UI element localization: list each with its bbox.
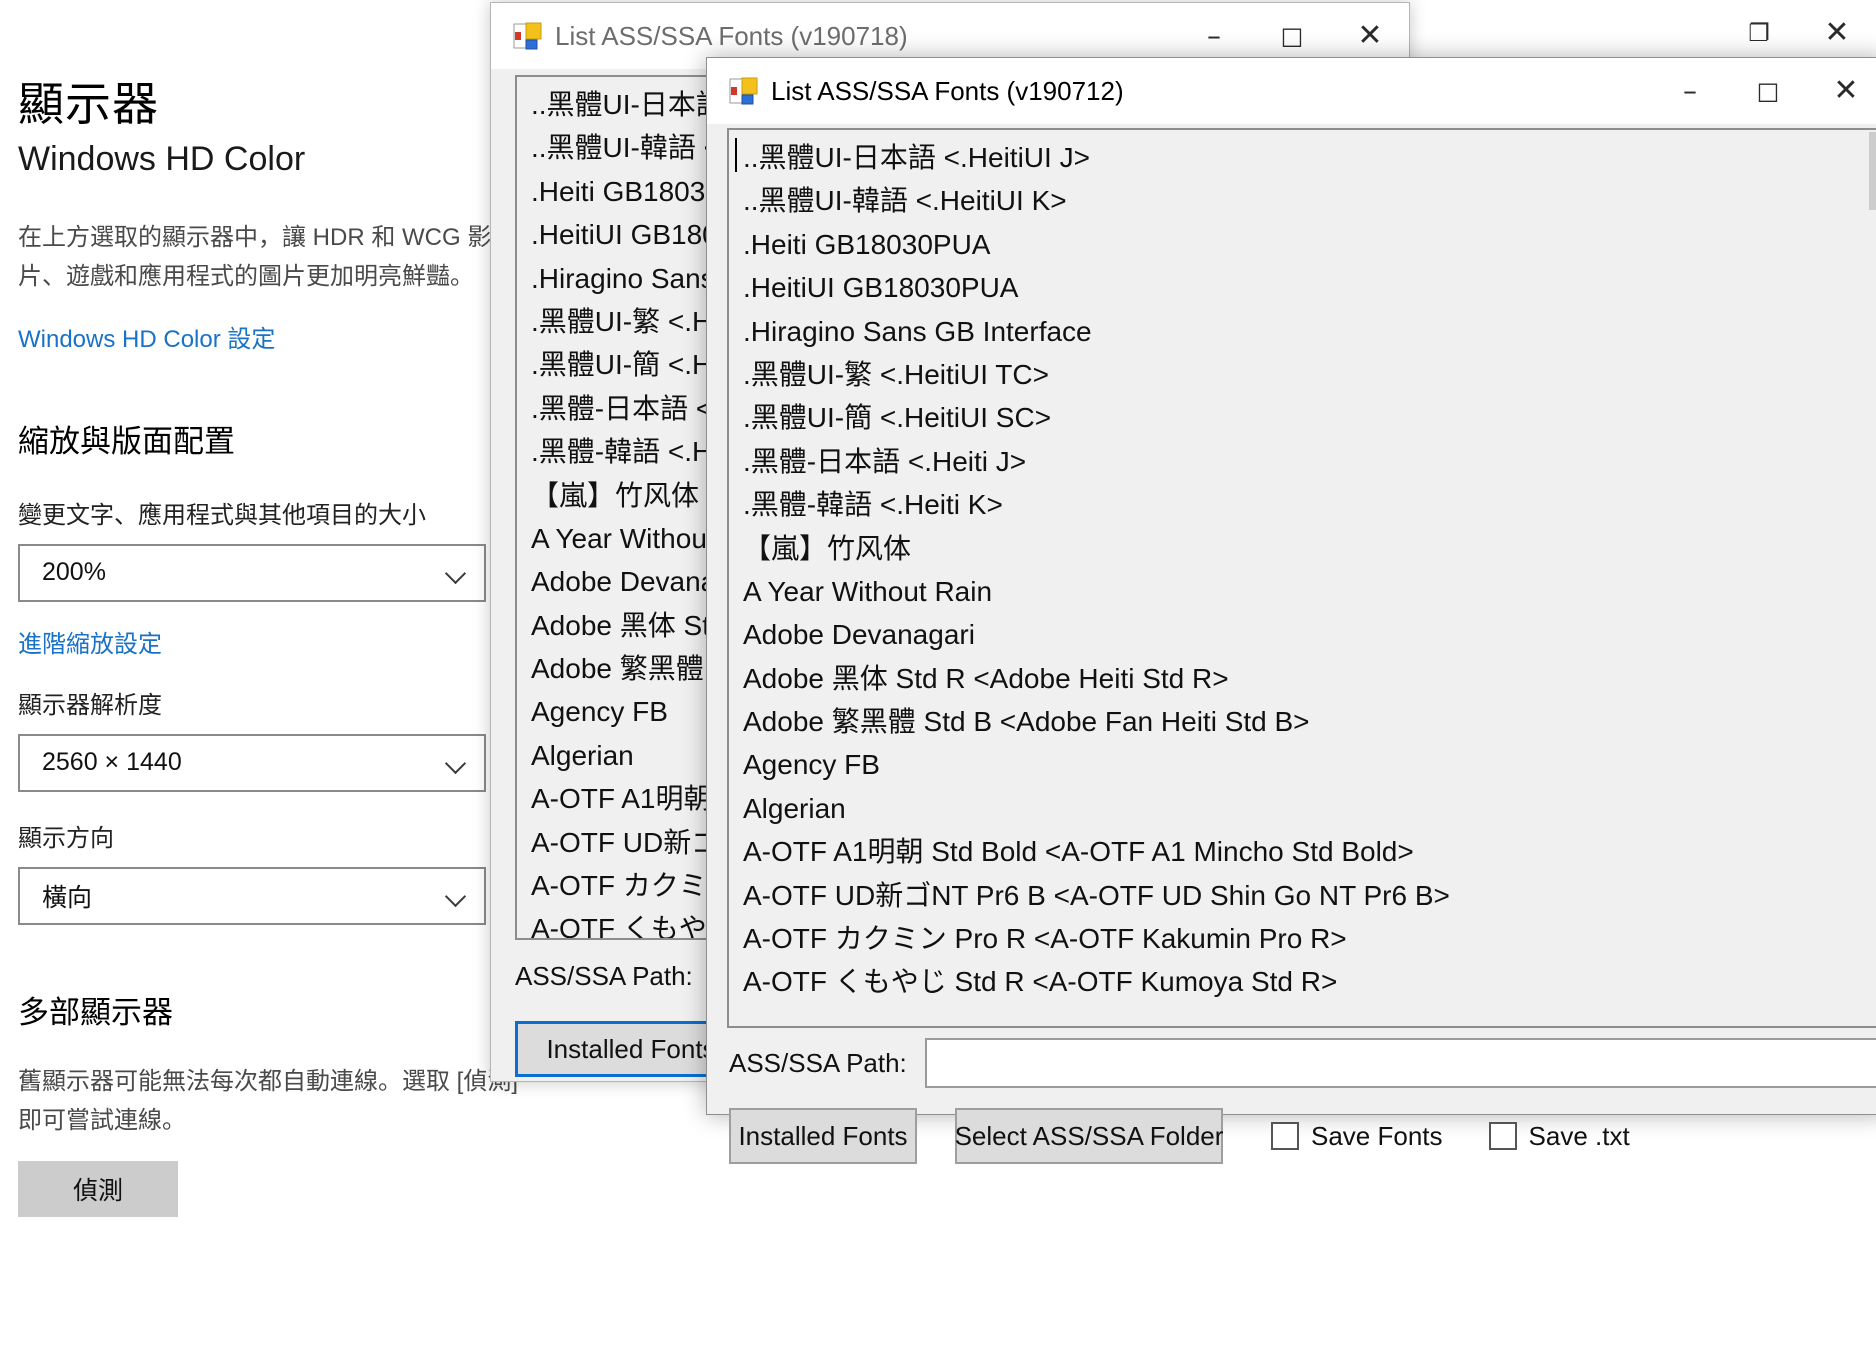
- buttons-row: Installed Fonts Select ASS/SSA Folder Sa…: [729, 1108, 1876, 1164]
- save-txt-checkbox[interactable]: Save .txt: [1488, 1120, 1630, 1152]
- orientation-value: 橫向: [42, 883, 93, 912]
- list-item[interactable]: A-OTF カクミン Pro R <A-OTF Kakumin Pro R>: [737, 917, 1867, 960]
- peek-window-controls: ❐ ✕: [1720, 0, 1876, 62]
- hd-color-settings-link[interactable]: Windows HD Color 設定: [18, 319, 560, 354]
- list-item[interactable]: .黑體UI-簡 <.HeitiUI SC>: [737, 396, 1867, 439]
- window-title: List ASS/SSA Fonts (v190712): [771, 75, 1124, 106]
- list-item[interactable]: .黑體-日本語 <.Heiti J>: [737, 440, 1867, 483]
- list-item[interactable]: Adobe Devanagari: [737, 613, 1867, 656]
- list-item[interactable]: 【嵐】竹风体: [737, 527, 1867, 570]
- resolution-label: 顯示器解析度: [18, 691, 162, 719]
- list-item[interactable]: Algerian: [737, 787, 1867, 830]
- font-listbox[interactable]: ..黑體UI-日本語 <.HeitiUI J> ..黑體UI-韓語 <.Heiti…: [727, 128, 1876, 1028]
- close-icon: ✕: [1357, 18, 1383, 53]
- restore-icon: ❐: [1748, 19, 1770, 47]
- save-fonts-label: Save Fonts: [1311, 1120, 1443, 1151]
- list-item[interactable]: A-OTF UD新ゴNT Pr6 B <A-OTF UD Shin Go NT …: [737, 874, 1867, 917]
- app-icon: [729, 76, 759, 106]
- hd-color-heading: Windows HD Color: [18, 139, 306, 178]
- select-ass-ssa-folder-button[interactable]: Select ASS/SSA Folder: [955, 1108, 1223, 1164]
- window2-bottom-controls: ASS/SSA Path: Installed Fonts Select ASS…: [729, 1038, 1876, 1164]
- list-item[interactable]: ..黑體UI-日本語 <.HeitiUI J>: [737, 136, 1867, 179]
- save-fonts-checkbox[interactable]: Save Fonts: [1271, 1121, 1443, 1152]
- resolution-value: 2560 × 1440: [42, 748, 182, 777]
- list-item[interactable]: .黑體-韓語 <.Heiti K>: [737, 483, 1867, 526]
- advanced-scaling-link[interactable]: 進階縮放設定: [18, 624, 560, 659]
- list-item[interactable]: Agency FB: [737, 743, 1867, 786]
- minimize-icon: –: [1683, 74, 1697, 107]
- window-controls: – □ ✕: [1651, 58, 1876, 124]
- list-item[interactable]: A-OTF くもやじ Std R <A-OTF Kumoya Std R>: [737, 960, 1867, 1003]
- screen: 顯示器 Windows HD Color 在上方選取的顯示器中，讓 HDR 和 …: [0, 0, 1876, 1347]
- close-button[interactable]: ✕: [1807, 58, 1876, 124]
- maximize-icon: □: [1280, 22, 1304, 50]
- hd-color-description: 在上方選取的顯示器中，讓 HDR 和 WCG 影片、遊戲和應用程式的圖片更加明亮…: [18, 223, 492, 291]
- scale-layout-section-title: 縮放與版面配置: [18, 423, 235, 459]
- app-icon: [513, 21, 543, 51]
- close-icon: ✕: [1833, 73, 1859, 108]
- scrollbar-thumb[interactable]: [1869, 132, 1876, 210]
- list-item[interactable]: .Heiti GB18030PUA: [737, 223, 1867, 266]
- window-title: List ASS/SSA Fonts (v190718): [555, 20, 908, 51]
- orientation-label: 顯示方向: [18, 824, 114, 852]
- save-txt-label: Save .txt: [1528, 1120, 1630, 1151]
- checkbox-icon: [1271, 1122, 1299, 1150]
- path-label: ASS/SSA Path:: [729, 1047, 907, 1078]
- path-label: ASS/SSA Path:: [515, 960, 693, 991]
- scale-dropdown[interactable]: 200%: [18, 543, 486, 602]
- multi-display-section-title: 多部顯示器: [18, 994, 173, 1030]
- multi-display-description: 舊顯示器可能無法每次都自動連線。選取 [偵測] 即可嘗試連線。: [18, 1067, 519, 1135]
- font-list: ..黑體UI-日本語 <.HeitiUI J> ..黑體UI-韓語 <.Heiti…: [737, 136, 1867, 1004]
- resolution-dropdown[interactable]: 2560 × 1440: [18, 733, 486, 792]
- chevron-down-icon: [446, 885, 468, 907]
- path-row: ASS/SSA Path:: [729, 1038, 1876, 1088]
- window-list-ass-ssa-fonts-v190712[interactable]: List ASS/SSA Fonts (v190712) – □ ✕ ..黑體U…: [706, 57, 1876, 1164]
- list-item[interactable]: .黑體UI-繁 <.HeitiUI TC>: [737, 353, 1867, 396]
- detect-button[interactable]: 偵測: [18, 1161, 178, 1218]
- list-item[interactable]: Adobe 黑体 Std R <Adobe Heiti Std R>: [737, 657, 1867, 700]
- list-item[interactable]: ..黑體UI-韓語 <.HeitiUI K>: [737, 179, 1867, 222]
- list-item[interactable]: Adobe 繁黑體 Std B <Adobe Fan Heiti Std B>: [737, 700, 1867, 743]
- chevron-down-icon: [446, 562, 468, 584]
- display-settings-panel: 顯示器 Windows HD Color 在上方選取的顯示器中，讓 HDR 和 …: [0, 0, 560, 1347]
- list-item[interactable]: .Hiragino Sans GB Interface: [737, 310, 1867, 353]
- titlebar[interactable]: List ASS/SSA Fonts (v190712) – □ ✕: [707, 58, 1876, 124]
- minimize-button[interactable]: –: [1651, 58, 1729, 124]
- installed-fonts-button[interactable]: Installed Fonts: [729, 1108, 917, 1164]
- list-item[interactable]: A-OTF A1明朝 Std Bold <A-OTF A1 Mincho Std…: [737, 830, 1867, 873]
- orientation-dropdown[interactable]: 橫向: [18, 866, 486, 925]
- checkbox-icon: [1488, 1122, 1517, 1150]
- list-item[interactable]: .HeitiUI GB18030PUA: [737, 266, 1867, 309]
- ass-ssa-path-input[interactable]: [924, 1038, 1876, 1088]
- close-icon: ✕: [1824, 15, 1850, 50]
- maximize-button[interactable]: □: [1729, 58, 1807, 124]
- chevron-down-icon: [446, 752, 468, 774]
- scale-value: 200%: [42, 558, 106, 587]
- minimize-icon: –: [1207, 19, 1221, 52]
- maximize-icon: □: [1756, 77, 1780, 105]
- vertical-scrollbar[interactable]: [1869, 130, 1876, 1026]
- page-title: 顯示器: [18, 78, 159, 130]
- scale-label: 變更文字、應用程式與其他項目的大小: [18, 501, 426, 529]
- list-item[interactable]: A Year Without Rain: [737, 570, 1867, 613]
